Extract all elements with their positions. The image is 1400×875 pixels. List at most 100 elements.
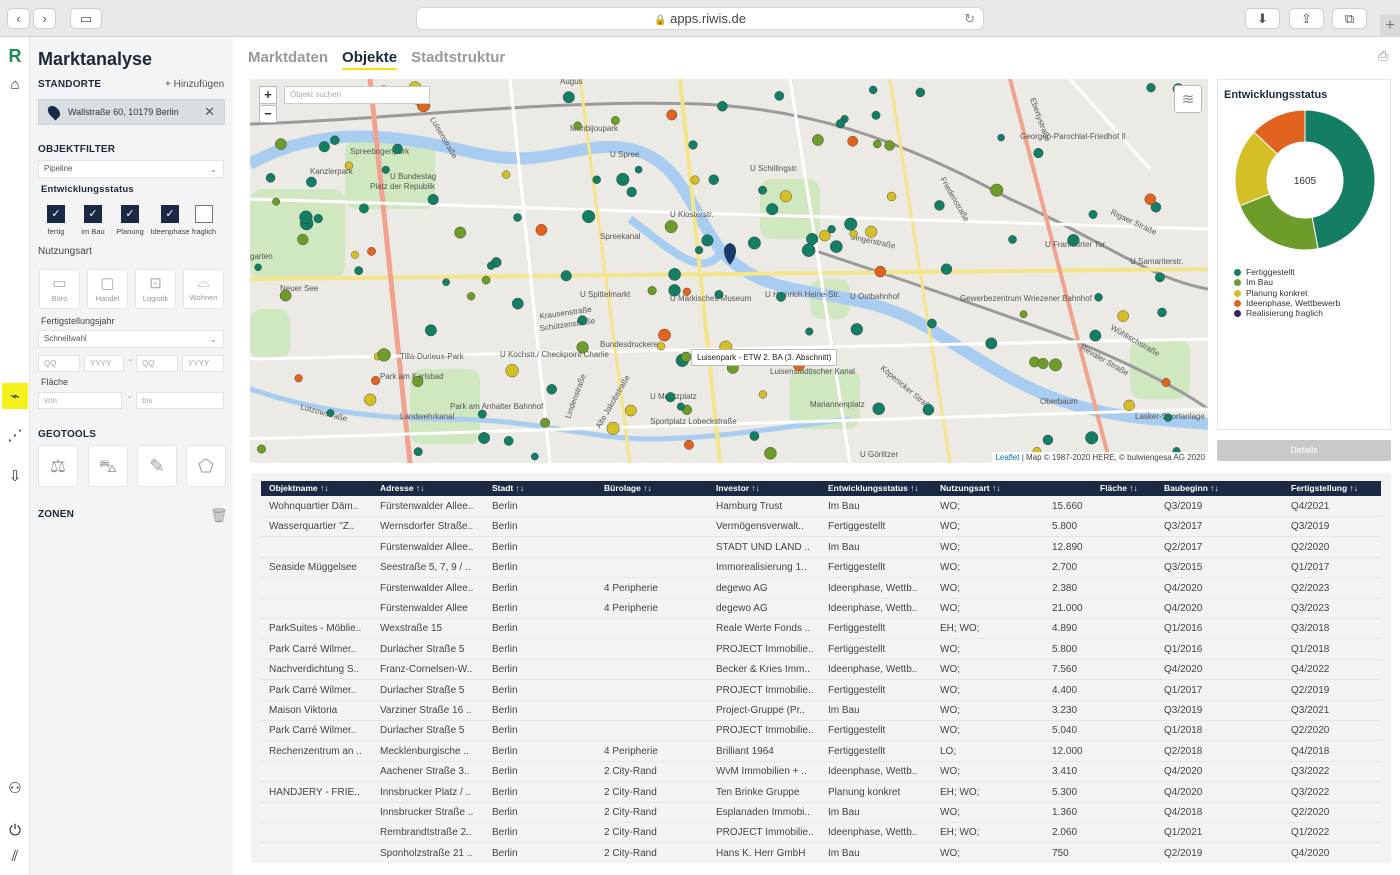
object-marker[interactable] <box>1117 310 1129 322</box>
object-marker[interactable] <box>847 135 859 147</box>
object-marker[interactable] <box>576 341 589 354</box>
object-marker[interactable] <box>915 87 925 98</box>
object-marker[interactable] <box>990 183 1004 197</box>
object-marker[interactable] <box>592 175 601 184</box>
zoom-out-button[interactable]: − <box>259 105 277 123</box>
draw-area-tool-button[interactable]: ✎ <box>137 445 177 487</box>
area-to-input[interactable]: bis <box>136 392 224 409</box>
share-button[interactable]: ⇪ <box>1289 8 1324 29</box>
object-marker[interactable] <box>505 364 519 378</box>
new-tab-button[interactable]: + <box>1380 15 1400 37</box>
object-marker[interactable] <box>364 393 377 406</box>
object-marker[interactable] <box>1089 329 1102 342</box>
object-marker[interactable] <box>934 200 945 211</box>
object-marker[interactable] <box>835 119 846 129</box>
column-header[interactable]: Bürolage ↑↓ <box>604 481 652 496</box>
object-marker[interactable] <box>330 135 340 145</box>
object-marker[interactable] <box>503 436 514 446</box>
table-row[interactable]: Fürstenwalder Allee.. Berlin STADT UND LAN… <box>261 538 1381 558</box>
users-icon[interactable]: ⚇ <box>4 777 26 799</box>
object-marker[interactable] <box>676 402 685 411</box>
downloads-button[interactable]: ⬇ <box>1245 8 1280 29</box>
object-marker[interactable] <box>318 141 330 153</box>
object-marker[interactable] <box>1037 358 1049 370</box>
object-marker[interactable] <box>354 266 364 276</box>
object-marker[interactable] <box>850 323 863 336</box>
table-row[interactable]: Rembrandtstraße 2.. Berlin 2 City-Rand PROJ… <box>261 823 1381 844</box>
location-chip[interactable]: Wallstraße 60, 10179 Berlin ✕ <box>38 99 225 125</box>
object-marker[interactable] <box>371 376 381 386</box>
object-marker[interactable] <box>540 417 550 428</box>
scatter-chart-icon[interactable]: ⋰ <box>4 424 26 446</box>
status-checkbox[interactable]: ✓ <box>121 205 139 223</box>
object-marker[interactable] <box>873 139 882 149</box>
object-marker[interactable] <box>871 110 881 120</box>
object-marker[interactable] <box>454 226 467 239</box>
usage-tile[interactable]: ▢ Handel <box>87 269 128 309</box>
forward-button[interactable]: › <box>33 8 56 29</box>
object-marker[interactable] <box>313 214 323 224</box>
object-marker[interactable] <box>683 439 694 450</box>
object-marker[interactable] <box>1155 272 1165 283</box>
object-marker[interactable] <box>997 133 1005 142</box>
area-from-input[interactable]: von <box>38 392 122 409</box>
column-header[interactable]: Adresse ↑↓ <box>380 481 424 496</box>
object-marker[interactable] <box>477 409 487 419</box>
end-quarter-input[interactable]: QQ <box>136 355 178 372</box>
object-marker[interactable] <box>1033 147 1044 158</box>
start-year-input[interactable]: YYYY <box>84 355 124 372</box>
table-row[interactable]: Maison Viktoria Varziner Straße 16 .. Berl… <box>261 701 1381 721</box>
object-marker[interactable] <box>647 286 657 296</box>
details-button[interactable]: Details <box>1217 440 1391 461</box>
report-download-icon[interactable]: ⇩ <box>4 465 26 487</box>
column-header[interactable]: Fertigstellung ↑↓ <box>1291 481 1358 496</box>
table-row[interactable]: Wohnquartier Däm.. Fürstenwalder Allee.. B… <box>261 497 1381 517</box>
table-row[interactable]: Rechenzentrum an .. Mecklenburgische .. Be… <box>261 742 1381 762</box>
object-marker[interactable] <box>562 91 575 104</box>
map-view[interactable]: Luisenstraße Spreebogenpark U Bundestag Kan… <box>250 79 1208 463</box>
object-marker[interactable] <box>306 176 317 188</box>
status-checkbox[interactable] <box>195 205 213 223</box>
object-marker[interactable] <box>806 232 819 245</box>
object-marker[interactable] <box>940 263 953 275</box>
object-marker[interactable] <box>530 452 539 461</box>
object-marker[interactable] <box>774 91 785 101</box>
object-marker[interactable] <box>1161 378 1171 387</box>
object-marker[interactable] <box>922 404 935 416</box>
table-row[interactable]: Park Carré Wilmer.. Durlacher Straße 5 Ber… <box>261 681 1381 701</box>
object-marker[interactable] <box>344 161 354 170</box>
object-marker[interactable] <box>985 337 998 350</box>
table-row[interactable]: Sponholzstraße 21 .. Berlin 2 City-Rand Han… <box>261 844 1381 863</box>
object-marker[interactable] <box>830 240 843 253</box>
polygon-tool-button[interactable]: ⬠ <box>186 445 226 487</box>
object-marker[interactable] <box>381 165 390 174</box>
object-marker[interactable] <box>265 173 276 183</box>
start-quarter-input[interactable]: QQ <box>38 355 80 372</box>
object-marker[interactable] <box>869 85 878 95</box>
object-marker[interactable] <box>299 210 313 224</box>
column-header[interactable]: Entwicklungsstatus ↑↓ <box>828 481 919 496</box>
object-marker[interactable] <box>758 185 767 195</box>
sidebar-toggle-button[interactable]: ▭ <box>70 8 102 29</box>
object-marker[interactable] <box>392 143 403 155</box>
object-marker[interactable] <box>1123 399 1135 411</box>
object-marker[interactable] <box>688 140 698 150</box>
object-marker[interactable] <box>377 348 391 362</box>
column-header[interactable]: Nutzungsart ↑↓ <box>940 481 1000 496</box>
table-row[interactable]: Fürstenwalder Allee Berlin 4 Peripherie deg… <box>261 599 1381 619</box>
donut-slice[interactable] <box>1239 193 1319 251</box>
object-marker[interactable] <box>682 287 691 296</box>
object-marker[interactable] <box>886 191 897 202</box>
table-row[interactable]: Innsbrucker Straße .. Berlin 2 City-Rand Es… <box>261 803 1381 823</box>
trash-icon[interactable]: 🗑 <box>210 507 228 524</box>
object-marker[interactable] <box>582 209 596 223</box>
object-marker[interactable] <box>610 116 620 125</box>
map-canvas[interactable]: LuisenstraßeSpreebogenparkU BundestagKan… <box>250 79 1208 463</box>
tabs-button[interactable]: ⧉ <box>1332 8 1367 29</box>
object-marker[interactable] <box>367 247 376 256</box>
status-checkbox[interactable]: ✓ <box>84 205 102 223</box>
object-marker[interactable] <box>865 225 878 238</box>
table-row[interactable]: Seaside Müggelsee Seestraße 5, 7, 9 / .. B… <box>261 558 1381 579</box>
table-row[interactable]: ParkSuites - Möblie.. Wexstraße 15 Berlin R… <box>261 619 1381 640</box>
object-marker[interactable] <box>668 284 681 297</box>
